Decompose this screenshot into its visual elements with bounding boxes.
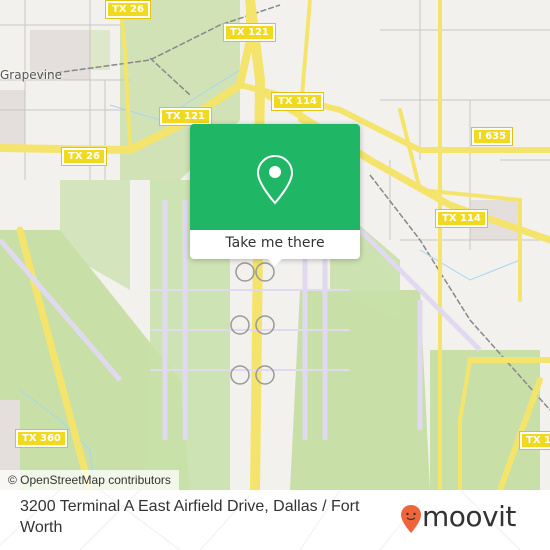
address-text: 3200 Terminal A East Airfield Drive, Dal… <box>20 498 360 536</box>
road-shield: TX 114 <box>435 209 488 228</box>
take-me-there-button[interactable]: Take me there <box>190 230 360 259</box>
map-attribution[interactable]: © OpenStreetMap contributors <box>0 470 179 490</box>
footer: 3200 Terminal A East Airfield Drive, Dal… <box>0 490 550 550</box>
road-shield: TX 114 <box>271 92 324 111</box>
moovit-wordmark: moovit <box>422 500 516 533</box>
road-shield: I 635 <box>470 127 514 146</box>
road-shield: TX 26 <box>105 0 151 19</box>
moovit-pin-icon <box>401 505 421 533</box>
location-pin-icon <box>256 154 294 205</box>
road-shield: TX 26 <box>61 147 107 166</box>
location-popup: Take me there <box>190 124 360 266</box>
road-shield: TX 161 <box>519 431 550 450</box>
road-shield: TX 360 <box>15 429 68 448</box>
road-shield: TX 121 <box>223 23 276 42</box>
popup-header <box>190 124 360 230</box>
popup-pointer <box>267 258 283 266</box>
city-label-grapevine: Grapevine <box>0 68 63 82</box>
road-shield: TX 121 <box>159 107 212 126</box>
map-view[interactable]: Grapevine TX 26 TX 121 TX 121 TX 114 TX … <box>0 0 550 490</box>
